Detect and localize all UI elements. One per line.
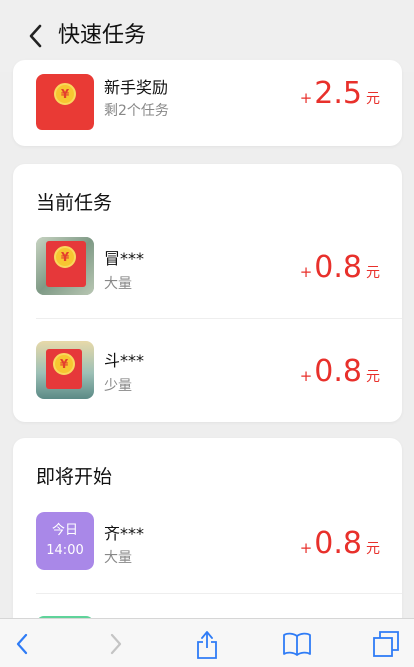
coin-icon: ¥ <box>53 353 75 375</box>
task-row[interactable]: ¥ 冒*** 大量 + 0.8 元 <box>13 236 402 316</box>
photo-background: ¥ <box>36 237 94 295</box>
task-thumbnail: ¥ <box>36 341 94 399</box>
share-button[interactable] <box>191 628 223 660</box>
red-envelope-icon: ¥ <box>46 241 86 287</box>
task-remaining: 剩2个任务 <box>104 103 169 119</box>
tabs-icon <box>373 631 399 657</box>
task-thumbnail: ¥ <box>36 237 94 295</box>
reward-amount: + 0.8 元 <box>300 526 380 561</box>
reward-unit: 元 <box>366 265 380 281</box>
newbie-reward-card[interactable]: ¥ 新手奖励 剩2个任务 + 2.5 元 <box>13 60 402 146</box>
badge-day: 今日 <box>51 523 78 538</box>
reward-amount: + 0.8 元 <box>300 250 380 285</box>
reward-value: 0.8 <box>314 250 362 285</box>
section-title: 当前任务 <box>36 192 113 214</box>
task-name: 斗*** <box>104 351 145 370</box>
task-quantity: 少量 <box>104 378 132 394</box>
reward-plus: + <box>299 539 313 557</box>
bookmarks-icon <box>283 632 311 656</box>
red-envelope-thumbnail: ¥ <box>36 74 94 132</box>
coin-icon: ¥ <box>54 83 76 105</box>
task-name: 齐*** <box>104 524 145 543</box>
task-row[interactable]: 今日 14:00 齐*** 大量 + 0.8 元 <box>13 512 402 592</box>
reward-unit: 元 <box>366 369 380 385</box>
time-badge: 今日 14:00 <box>36 512 94 570</box>
browser-back-button[interactable] <box>6 628 38 660</box>
forward-arrow-icon <box>110 633 122 655</box>
reward-value: 0.8 <box>314 354 362 389</box>
red-envelope-icon: ¥ <box>36 74 94 130</box>
reward-plus: + <box>299 263 313 281</box>
reward-plus: + <box>299 89 313 107</box>
reward-amount: + 0.8 元 <box>300 354 380 389</box>
tabs-button[interactable] <box>370 628 402 660</box>
reward-unit: 元 <box>366 91 380 107</box>
task-quantity: 大量 <box>104 276 132 292</box>
start-time-badge: 今日 14:00 <box>36 512 94 570</box>
browser-toolbar <box>0 618 414 667</box>
reward-plus: + <box>299 367 313 385</box>
reward-value: 0.8 <box>314 526 362 561</box>
share-icon <box>197 631 217 659</box>
red-envelope-icon: ¥ <box>46 349 82 389</box>
task-quantity: 大量 <box>104 550 132 566</box>
reward-amount: + 2.5 元 <box>300 76 380 111</box>
divider <box>36 593 402 594</box>
current-tasks-card: 当前任务 ¥ 冒*** 大量 + 0.8 元 ¥ 斗*** 少量 + 0.8 元 <box>13 164 402 422</box>
task-name: 新手奖励 <box>104 78 169 97</box>
reward-unit: 元 <box>366 541 380 557</box>
back-button[interactable] <box>22 22 50 50</box>
page-title: 快速任务 <box>58 23 147 48</box>
back-arrow-icon <box>16 633 28 655</box>
photo-background: ¥ <box>36 341 94 399</box>
coin-icon: ¥ <box>54 246 76 268</box>
badge-time: 14:00 <box>46 543 84 558</box>
reward-value: 2.5 <box>314 76 362 111</box>
browser-forward-button[interactable] <box>100 628 132 660</box>
bookmarks-button[interactable] <box>281 628 313 660</box>
task-row[interactable]: ¥ 斗*** 少量 + 0.8 元 <box>13 340 402 420</box>
task-name: 冒*** <box>104 249 145 268</box>
chevron-left-icon <box>29 24 42 48</box>
divider <box>36 318 402 319</box>
section-title: 即将开始 <box>36 466 113 488</box>
